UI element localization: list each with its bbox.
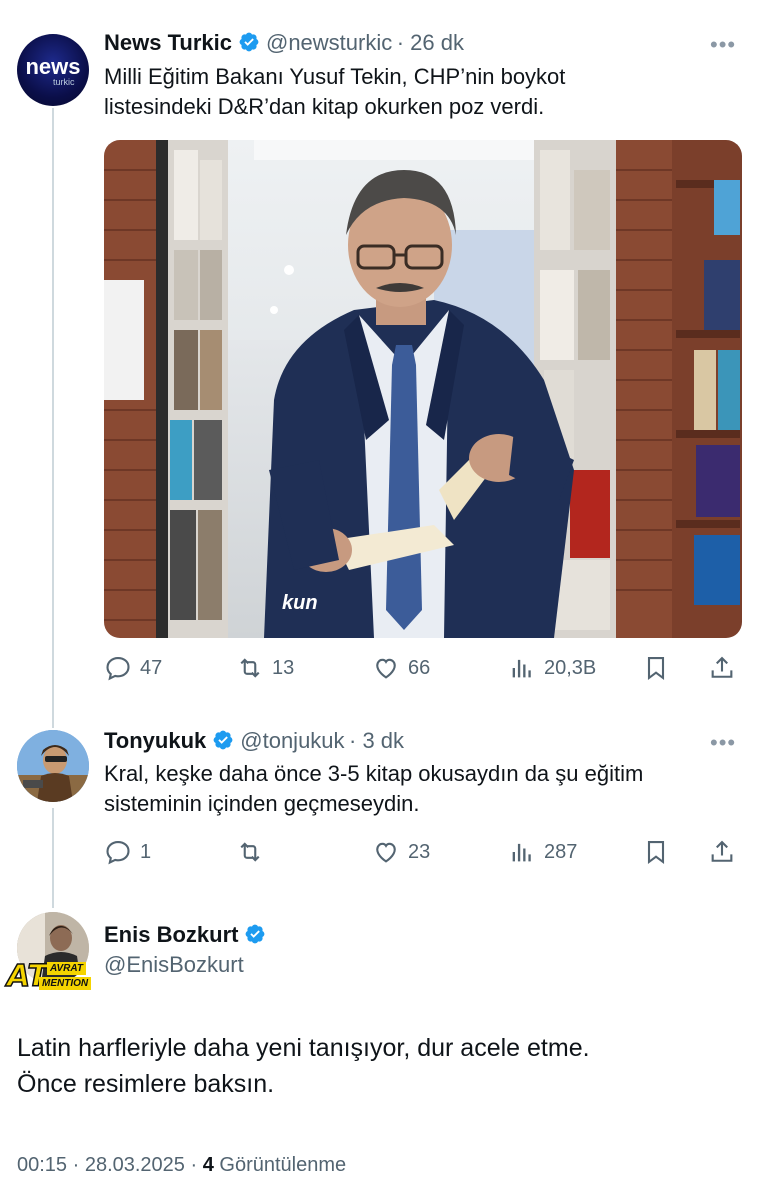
retweet-button[interactable]: 13 — [236, 654, 294, 682]
reply-count: 1 — [140, 840, 152, 863]
user-handle[interactable]: @EnisBozkurt — [104, 952, 244, 978]
bookmark-button[interactable] — [642, 838, 678, 866]
main-tweet-header: Enis Bozkurt — [104, 922, 272, 948]
tweet-header: Tonyukuk @tonjukuk · 3 dk — [104, 728, 404, 754]
retweet-button[interactable] — [236, 838, 272, 866]
reply-button[interactable]: 47 — [104, 654, 162, 682]
heart-icon — [376, 842, 396, 863]
share-button[interactable] — [708, 654, 744, 682]
avatar-newsturkic[interactable]: news turkic — [17, 34, 89, 106]
share-icon — [711, 840, 733, 862]
tweet-text: Milli Eğitim Bakanı Yusuf Tekin, CHP’nin… — [104, 62, 565, 122]
avatar-tonyukuk[interactable] — [17, 730, 89, 802]
tweet-text-line: listesindeki D&R’dan kitap okurken poz v… — [104, 94, 545, 119]
share-icon — [711, 656, 733, 678]
tweet-text-line: Kral, keşke daha önce 3-5 kitap okusaydı… — [104, 761, 644, 786]
display-name[interactable]: Tonyukuk — [104, 728, 206, 753]
display-name[interactable]: Enis Bozkurt — [104, 922, 238, 947]
tweet-text-line: sisteminin içinden geçmeseydin. — [104, 791, 420, 816]
reply-icon — [106, 657, 130, 681]
share-button[interactable] — [708, 838, 744, 866]
bookmark-icon — [647, 841, 665, 865]
retweet-count: 13 — [272, 656, 295, 679]
view-label: Görüntülenme — [213, 1154, 347, 1176]
thread-line-1 — [52, 108, 54, 728]
tweet-text-line: Milli Eğitim Bakanı Yusuf Tekin, CHP’nin… — [104, 64, 566, 89]
media-sign-text: kun — [282, 592, 318, 614]
tweet-text-line: Önce resimlere baksın. — [17, 1070, 275, 1098]
verified-badge-icon — [239, 32, 259, 52]
verified-badge-icon — [213, 730, 233, 750]
at-mention-badge: AT AVRAT MENTION — [6, 959, 95, 996]
display-name[interactable]: News Turkic — [104, 30, 232, 55]
views-chart-icon — [512, 843, 531, 862]
views-button[interactable]: 20,3B — [508, 654, 596, 682]
bookmark-icon — [647, 657, 665, 681]
thread-line-2 — [52, 808, 54, 908]
photo-bookstore-man-reading — [104, 140, 742, 638]
heart-icon — [376, 658, 396, 679]
tweet-media-image[interactable]: kun — [104, 140, 742, 638]
user-handle[interactable]: @tonjukuk — [240, 728, 344, 753]
like-button[interactable]: 23 — [372, 838, 430, 866]
reply-icon — [106, 841, 130, 865]
more-options-icon[interactable]: ••• — [710, 730, 736, 756]
tweet-timestamp[interactable]: 00:15 · 28.03.2025 · — [17, 1154, 203, 1176]
tweet-meta: 00:15 · 28.03.2025 · 4 Görüntülenme — [17, 1154, 346, 1177]
like-button[interactable]: 66 — [372, 654, 430, 682]
more-options-icon[interactable]: ••• — [710, 32, 736, 58]
retweet-icon — [240, 842, 260, 862]
tweet-time[interactable]: · 3 dk — [349, 728, 404, 753]
reply-count: 47 — [140, 656, 163, 679]
like-count: 23 — [408, 840, 431, 863]
views-chart-icon — [512, 659, 531, 678]
tweet-time[interactable]: · 26 dk — [397, 30, 464, 55]
tweet-text-line: Latin harfleriyle daha yeni tanışıyor, d… — [17, 1034, 590, 1062]
badge-bottom-text: MENTION — [39, 977, 92, 990]
views-count: 20,3B — [544, 656, 597, 679]
like-count: 66 — [408, 656, 431, 679]
tweet-header: News Turkic @newsturkic · 26 dk — [104, 30, 464, 56]
retweet-icon — [240, 658, 260, 678]
avatar-enisbozkurt[interactable]: AT AVRAT MENTION — [6, 912, 92, 994]
avatar-logo-subtext: turkic — [53, 77, 75, 87]
badge-top-text: AVRAT — [47, 962, 86, 975]
verified-badge-icon — [246, 924, 265, 944]
bookmark-button[interactable] — [642, 654, 678, 682]
tweet-text: Kral, keşke daha önce 3-5 kitap okusaydı… — [104, 759, 643, 819]
view-count: 4 — [202, 1154, 214, 1176]
reply-button[interactable]: 1 — [104, 838, 151, 866]
avatar-image — [17, 730, 89, 802]
views-button[interactable]: 287 — [508, 838, 577, 866]
main-tweet-text: Latin harfleriyle daha yeni tanışıyor, d… — [17, 1030, 590, 1102]
user-handle[interactable]: @newsturkic — [266, 30, 392, 55]
views-count: 287 — [544, 840, 578, 863]
